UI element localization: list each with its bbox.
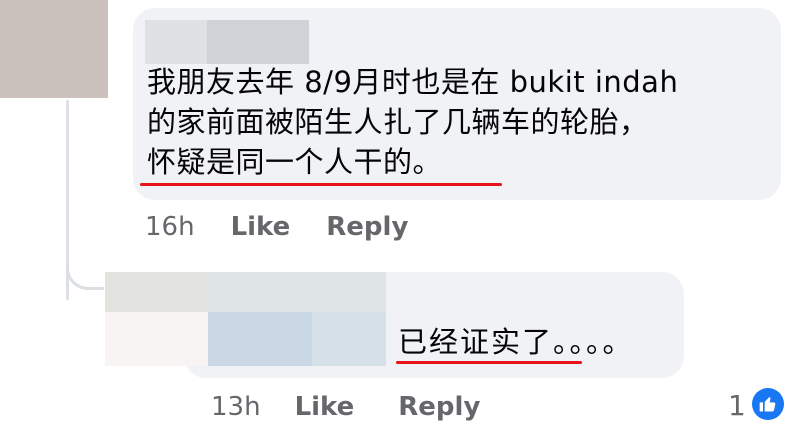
- reply-redaction-block: [312, 312, 386, 366]
- reaction-count[interactable]: 1: [728, 386, 746, 426]
- comment-text: 我朋友去年 8/9月时也是在 bukit indah 的家前面被陌生人扎了几辆车…: [147, 62, 767, 182]
- reply-redaction-block: [208, 312, 312, 366]
- commenter-name-redacted-part[interactable]: [207, 20, 309, 64]
- comment-line: 我朋友去年 8/9月时也是在 bukit indah: [147, 65, 679, 99]
- red-underline-annotation: [140, 183, 502, 186]
- comment-timestamp[interactable]: 16h: [145, 212, 195, 242]
- reply-actions: 13h Like Reply: [211, 387, 480, 427]
- reply-avatar-redacted-part: [105, 312, 213, 366]
- like-button[interactable]: Like: [231, 212, 291, 242]
- comment-line: 怀疑是同一个人干的。: [147, 145, 443, 179]
- commenter-avatar[interactable]: [0, 0, 108, 98]
- reply-button[interactable]: Reply: [398, 392, 480, 422]
- reply-author-redacted[interactable]: [210, 272, 386, 312]
- thread-connector-curve: [66, 250, 104, 290]
- reply-timestamp[interactable]: 13h: [211, 392, 261, 422]
- like-icon[interactable]: [752, 388, 784, 420]
- comment-actions: 16h Like Reply: [145, 207, 408, 247]
- reply-button[interactable]: Reply: [326, 212, 408, 242]
- comment-line: 的家前面被陌生人扎了几辆车的轮胎，: [147, 105, 649, 139]
- like-button[interactable]: Like: [295, 392, 355, 422]
- commenter-name-redacted[interactable]: [145, 20, 207, 64]
- reply-text: 已经证实了。。。。: [398, 325, 634, 359]
- red-underline-annotation: [396, 361, 582, 364]
- reply-avatar-redacted[interactable]: [105, 272, 213, 312]
